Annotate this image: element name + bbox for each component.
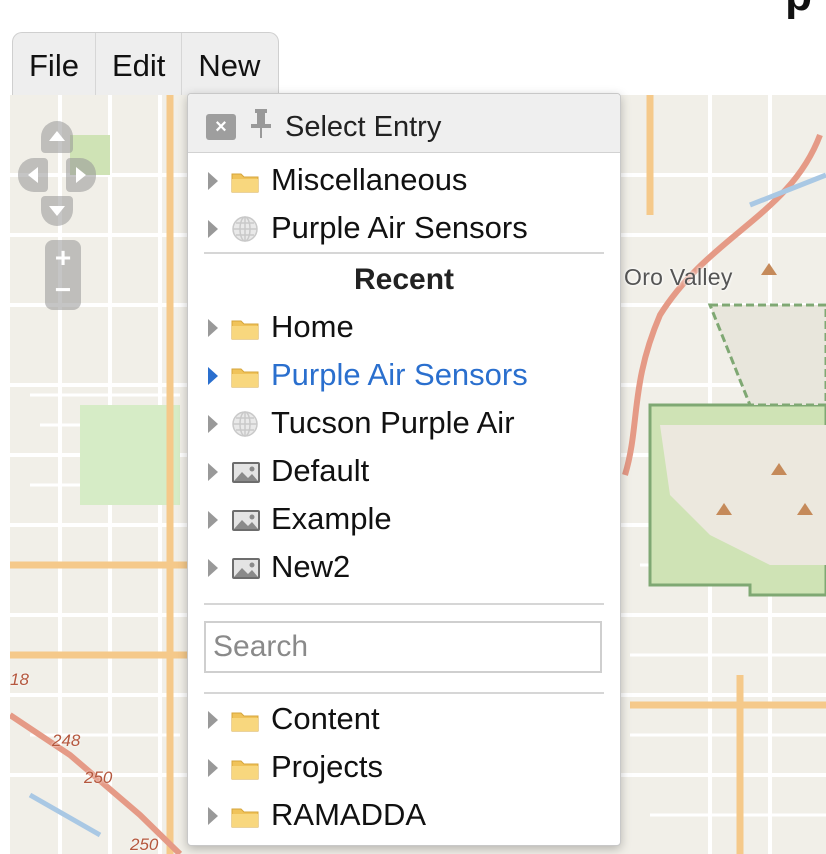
expand-arrow-icon[interactable] bbox=[208, 172, 218, 190]
entry-label[interactable]: RAMADDA bbox=[271, 797, 426, 833]
expand-arrow-icon[interactable] bbox=[208, 711, 218, 729]
divider bbox=[204, 252, 604, 254]
folder-icon bbox=[230, 753, 260, 788]
menu-edit[interactable]: Edit bbox=[96, 33, 183, 95]
menu-bar: File Edit New bbox=[12, 32, 280, 95]
folder-icon bbox=[230, 705, 260, 740]
road-label: 248 bbox=[52, 731, 81, 750]
globe-icon bbox=[230, 409, 260, 444]
entry-item[interactable]: Home bbox=[188, 309, 620, 353]
divider bbox=[204, 692, 604, 694]
search-input[interactable] bbox=[204, 621, 602, 673]
entry-item[interactable]: Projects bbox=[188, 749, 620, 793]
expand-arrow-icon[interactable] bbox=[208, 319, 218, 337]
popup-header: × Select Entry bbox=[188, 94, 620, 153]
entry-label[interactable]: Purple Air Sensors bbox=[271, 210, 528, 246]
folder-icon bbox=[230, 313, 260, 348]
close-button[interactable]: × bbox=[206, 114, 236, 140]
entry-label[interactable]: Example bbox=[271, 501, 392, 537]
popup-title: Select Entry bbox=[285, 111, 442, 143]
entry-label[interactable]: Content bbox=[271, 701, 380, 737]
arrow-right-icon bbox=[76, 167, 86, 183]
arrow-up-icon bbox=[49, 131, 65, 141]
entry-label[interactable]: Tucson Purple Air bbox=[271, 405, 515, 441]
folder-icon bbox=[230, 801, 260, 836]
image-icon bbox=[230, 457, 262, 492]
image-icon bbox=[230, 553, 262, 588]
entry-label[interactable]: New2 bbox=[271, 549, 350, 585]
entry-label[interactable]: Projects bbox=[271, 749, 383, 785]
expand-arrow-icon[interactable] bbox=[208, 415, 218, 433]
entry-item[interactable]: Content bbox=[188, 701, 620, 745]
entry-item[interactable]: RAMADDA bbox=[188, 797, 620, 841]
clipped-header-glyph: p bbox=[785, 0, 812, 18]
road-label: 250 bbox=[130, 835, 159, 854]
road-label: 250 bbox=[84, 768, 113, 787]
menu-file[interactable]: File bbox=[13, 33, 96, 95]
expand-arrow-icon[interactable] bbox=[208, 807, 218, 825]
road-label: 18 bbox=[10, 670, 29, 689]
image-icon bbox=[230, 505, 262, 540]
globe-icon bbox=[230, 214, 260, 249]
place-label-oro-valley: Oro Valley bbox=[624, 264, 733, 290]
zoom-in-button[interactable]: + bbox=[45, 242, 81, 274]
entry-item[interactable]: Purple Air Sensors bbox=[188, 357, 620, 401]
arrow-down-icon bbox=[49, 206, 65, 216]
zoom-control: + − bbox=[45, 240, 81, 310]
recent-header: Recent bbox=[353, 263, 455, 296]
menu-new[interactable]: New bbox=[182, 33, 278, 95]
select-entry-popup: × Select Entry Miscellaneous Purple Air S… bbox=[187, 93, 621, 846]
pin-icon[interactable] bbox=[248, 108, 274, 140]
arrow-left-icon bbox=[28, 167, 38, 183]
entry-item[interactable]: Tucson Purple Air bbox=[188, 405, 620, 449]
entry-label[interactable]: Home bbox=[271, 309, 354, 345]
pan-down-button[interactable] bbox=[41, 196, 73, 226]
entry-item[interactable]: Miscellaneous bbox=[188, 162, 620, 206]
expand-arrow-icon[interactable] bbox=[208, 463, 218, 481]
entry-item[interactable]: Purple Air Sensors bbox=[188, 210, 620, 254]
zoom-out-button[interactable]: − bbox=[45, 274, 81, 306]
folder-icon bbox=[230, 361, 260, 396]
pan-left-button[interactable] bbox=[18, 158, 48, 192]
divider bbox=[204, 603, 604, 605]
expand-arrow-icon[interactable] bbox=[208, 559, 218, 577]
expand-arrow-icon[interactable] bbox=[208, 367, 218, 385]
expand-arrow-icon[interactable] bbox=[208, 220, 218, 238]
entry-label[interactable]: Purple Air Sensors bbox=[271, 357, 528, 393]
entry-label[interactable]: Default bbox=[271, 453, 369, 489]
expand-arrow-icon[interactable] bbox=[208, 511, 218, 529]
folder-icon bbox=[230, 166, 260, 201]
entry-item[interactable]: Example bbox=[188, 501, 620, 545]
entry-item[interactable]: New2 bbox=[188, 549, 620, 593]
pan-up-button[interactable] bbox=[41, 121, 73, 153]
pan-right-button[interactable] bbox=[66, 158, 96, 192]
entry-label[interactable]: Miscellaneous bbox=[271, 162, 467, 198]
entry-item[interactable]: Default bbox=[188, 453, 620, 497]
expand-arrow-icon[interactable] bbox=[208, 759, 218, 777]
